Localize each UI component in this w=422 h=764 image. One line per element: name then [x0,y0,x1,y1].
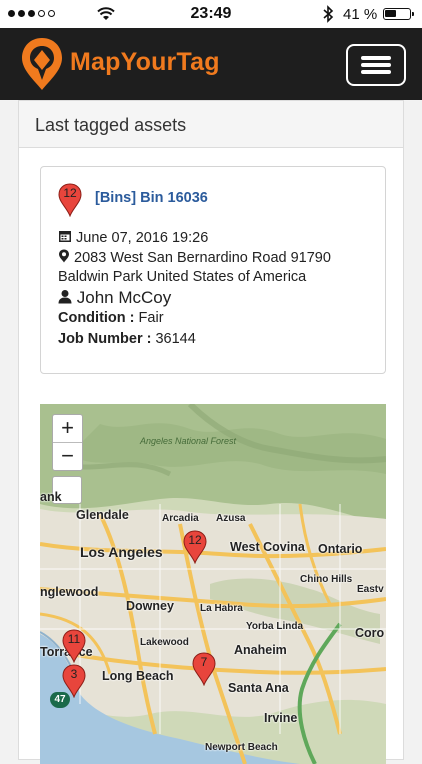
city-burbank: ank [40,490,62,504]
calendar-icon [59,231,71,242]
asset-name: Bin 16036 [140,190,208,206]
city-los-angeles: Los Angeles [80,544,163,560]
asset-card: 12 [Bins] Bin 16036 June 07, 2016 19:26 … [40,166,386,374]
asset-address-line1: 2083 West San Bernardino Road 91790 [74,250,331,266]
status-bar: 23:49 41 % [0,0,422,28]
city-west-covina: West Covina [230,540,305,554]
map-marker[interactable]: 11 [62,629,86,668]
battery-percent: 41 % [343,6,378,23]
user-icon [58,290,72,304]
map-marker[interactable]: 12 [183,530,207,569]
city-yorba-linda: Yorba Linda [246,621,304,632]
asset-title-link[interactable]: [Bins] Bin 16036 [95,190,208,206]
pin-logo-icon [22,38,62,90]
asset-category: [Bins] [95,190,137,206]
hamburger-icon [361,56,391,60]
city-irvine: Irvine [264,711,298,725]
zoom-in-button[interactable]: + [53,415,82,443]
app-header: MapYourTag [0,28,422,100]
city-downey: Downey [126,599,174,613]
brand-name[interactable]: MapYourTag [70,48,220,77]
zoom-out-button[interactable]: − [53,443,82,470]
city-anaheim: Anaheim [234,643,287,657]
city-glendale: Glendale [76,508,129,522]
asset-address-row: 2083 West San Bernardino Road 91790 [58,249,331,266]
asset-job-row: Job Number : 36144 [58,331,196,347]
city-newport-beach: Newport Beach [205,742,278,753]
condition-label: Condition : [58,310,135,326]
city-inglewood: nglewood [40,585,99,599]
asset-condition-row: Condition : Fair [58,310,164,326]
last-tagged-panel: Last tagged assets 12 [Bins] Bin 16036 J… [18,100,404,764]
job-number-label: Job Number : [58,331,152,347]
location-pin-icon [59,249,69,263]
asset-user: John McCoy [76,288,172,307]
condition-value: Fair [138,310,164,326]
city-long-beach: Long Beach [102,669,174,683]
city-corona: Coro [355,626,385,640]
city-ontario: Ontario [318,542,363,556]
city-eastvale: Eastv [357,584,384,595]
highway-shield: 47 [50,692,70,708]
asset-user-row: John McCoy [58,288,171,308]
city-chino-hills: Chino Hills [300,574,353,585]
battery-icon [383,8,414,20]
assets-map[interactable]: + − Angeles National Forest ank Glendale… [40,404,386,764]
asset-date-row: June 07, 2016 19:26 [58,229,208,246]
menu-button[interactable] [346,44,406,86]
city-santa-ana: Santa Ana [228,681,289,695]
asset-marker-icon: 12 [58,183,82,222]
map-marker[interactable]: 7 [192,652,216,691]
zoom-control: + − [52,414,83,471]
forest-label: Angeles National Forest [140,436,237,446]
bluetooth-icon [323,5,334,23]
panel-heading: Last tagged assets [19,101,403,148]
job-number-value: 36144 [155,331,196,347]
city-lakewood: Lakewood [140,637,189,648]
asset-date: June 07, 2016 19:26 [76,230,209,246]
asset-address-line2: Baldwin Park United States of America [58,269,307,285]
city-azusa: Azusa [216,513,246,524]
city-arcadia: Arcadia [162,513,199,524]
city-la-habra: La Habra [200,603,243,614]
